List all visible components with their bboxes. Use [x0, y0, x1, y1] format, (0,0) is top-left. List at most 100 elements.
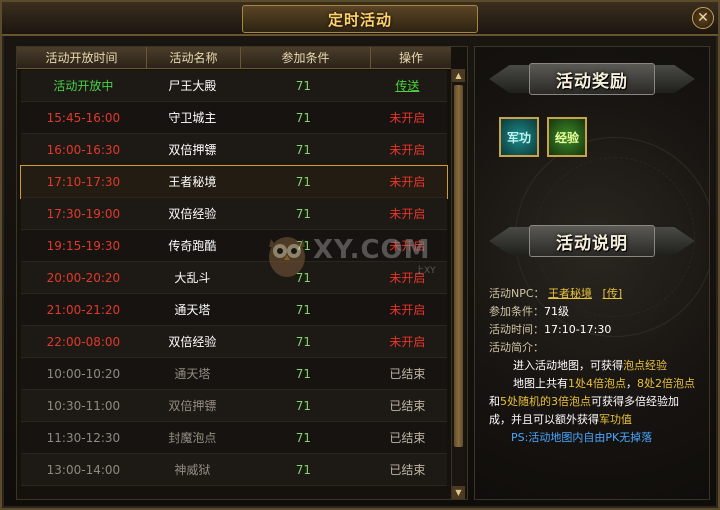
arrow-down-icon: ▼ — [455, 488, 462, 497]
table-row[interactable]: 10:30-11:00 双倍押镖 71 已结束 — [21, 390, 447, 422]
row-name: 大乱斗 — [174, 271, 211, 285]
row-level: 71 — [295, 462, 311, 477]
header-action: 操作 — [398, 51, 423, 65]
intro-text-3b: 5处随机的3倍泡点 — [500, 395, 591, 408]
row-level: 71 — [295, 142, 311, 157]
row-time: 16:00-16:30 — [46, 142, 121, 157]
row-time: 17:10-17:30 — [46, 174, 121, 189]
intro-text-4b: 军功值 — [599, 413, 632, 426]
row-status: 已结束 — [389, 431, 426, 445]
intro-text-4a: 成，并且可以额外获得 — [489, 413, 599, 426]
condition-label: 参加条件： — [489, 305, 544, 318]
military-merit-icon[interactable]: 军功 — [499, 117, 539, 157]
npc-transfer-link[interactable]: [传] — [603, 287, 623, 300]
time-label: 活动时间： — [489, 323, 544, 336]
close-button[interactable]: ✕ — [692, 7, 714, 29]
intro-text-2b: 1处4倍泡点 — [568, 377, 626, 390]
row-level: 71 — [295, 206, 311, 221]
row-name: 双倍押镖 — [168, 143, 217, 157]
intro-text-1a: 进入活动地图，可获得 — [513, 359, 623, 372]
row-status: 未开启 — [389, 111, 426, 125]
header-condition: 参加条件 — [241, 47, 371, 68]
row-status: 已结束 — [389, 399, 426, 413]
row-name: 双倍押镖 — [168, 399, 217, 413]
scroll-up-button[interactable]: ▲ — [452, 69, 465, 82]
row-time: 13:00-14:00 — [46, 462, 121, 477]
table-scrollbar[interactable]: ▲ ▼ — [451, 69, 465, 499]
title-plate: 定时活动 — [242, 5, 478, 33]
watermark: XY.COM 上XY — [265, 229, 465, 281]
row-time: 10:30-11:00 — [46, 398, 121, 413]
row-name: 传奇跑酷 — [168, 239, 217, 253]
row-status: 未开启 — [389, 175, 426, 189]
table-row[interactable]: 17:10-17:30 王者秘境 71 未开启 — [20, 165, 448, 199]
table-row[interactable]: 21:00-21:20 通天塔 71 未开启 — [21, 294, 447, 326]
row-name: 守卫城主 — [168, 111, 217, 125]
watermark-subtext: 上XY — [415, 266, 436, 276]
scroll-down-button[interactable]: ▼ — [452, 486, 465, 499]
row-name: 封魔泡点 — [168, 431, 217, 445]
row-name: 双倍经验 — [168, 335, 217, 349]
owl-logo-icon — [269, 237, 305, 277]
rewards-banner: 活动奖励 — [489, 61, 695, 97]
row-time: 21:00-21:20 — [46, 302, 121, 317]
row-status: 未开启 — [389, 143, 426, 157]
table-row[interactable]: 22:00-08:00 双倍经验 71 未开启 — [21, 326, 447, 358]
npc-label: 活动NPC： — [489, 287, 545, 300]
timed-activity-window: 定时活动 ✕ 活动开放时间 活动名称 参加条件 操作 活动开放中 尸王大殿 71 传送… — [0, 0, 720, 510]
activity-description: 活动NPC： 王者秘境 [传] 参加条件：71级 活动时间：17:10-17:3… — [489, 285, 707, 447]
row-status: 未开启 — [389, 335, 426, 349]
row-time: 19:15-19:30 — [46, 238, 121, 253]
intro-text-3: 和5处随机的3倍泡点可获得多倍经验加 — [489, 393, 707, 411]
description-banner: 活动说明 — [489, 223, 695, 259]
experience-icon[interactable]: 经验 — [547, 117, 587, 157]
row-name: 尸王大殿 — [168, 79, 217, 93]
row-level: 71 — [295, 366, 311, 381]
reward-label-exp: 经验 — [554, 130, 579, 145]
row-name: 通天塔 — [174, 303, 211, 317]
intro-text-3c: 可获得多倍经验加 — [591, 395, 679, 408]
row-level: 71 — [295, 174, 311, 189]
title-bar[interactable]: 定时活动 ✕ — [2, 2, 718, 36]
intro-text-3a: 和 — [489, 395, 500, 408]
row-status: 已结束 — [389, 367, 426, 381]
reward-label-merit: 军功 — [506, 130, 531, 145]
row-level: 71 — [295, 110, 311, 125]
arrow-up-icon: ▲ — [455, 71, 462, 80]
intro-text-2: 地图上共有1处4倍泡点，8处2倍泡点 — [489, 375, 707, 393]
row-time: 10:00-10:20 — [46, 366, 121, 381]
intro-text-2a: 地图上共有 — [513, 377, 568, 390]
table-row[interactable]: 活动开放中 尸王大殿 71 传送 — [21, 70, 447, 102]
table-row[interactable]: 15:45-16:00 守卫城主 71 未开启 — [21, 102, 447, 134]
intro-label: 活动简介： — [489, 341, 544, 354]
activity-schedule-panel: 活动开放时间 活动名称 参加条件 操作 活动开放中 尸王大殿 71 传送 15:45-1… — [16, 46, 468, 500]
row-level: 71 — [295, 78, 311, 93]
row-status: 未开启 — [389, 303, 426, 317]
row-time: 17:30-19:00 — [46, 206, 121, 221]
row-name: 双倍经验 — [168, 207, 217, 221]
table-row[interactable]: 13:00-14:00 神威狱 71 已结束 — [21, 454, 447, 486]
rewards-banner-title: 活动奖励 — [556, 71, 628, 92]
teleport-link[interactable]: 传送 — [368, 70, 447, 101]
table-row[interactable]: 10:00-10:20 通天塔 71 已结束 — [21, 358, 447, 390]
time-value: 17:10-17:30 — [544, 323, 612, 336]
table-row[interactable]: 16:00-16:30 双倍押镖 71 未开启 — [21, 134, 447, 166]
table-row[interactable]: 17:30-19:00 双倍经验 71 未开启 — [21, 198, 447, 230]
intro-text-2c: ， — [626, 377, 637, 390]
close-icon: ✕ — [697, 10, 709, 26]
row-level: 71 — [295, 302, 311, 317]
intro-text-2d: 8处2倍泡点 — [637, 377, 695, 390]
npc-link[interactable]: 王者秘境 — [548, 287, 592, 300]
row-status: 已结束 — [389, 463, 426, 477]
row-level: 71 — [295, 334, 311, 349]
table-row[interactable]: 11:30-12:30 封魔泡点 71 已结束 — [21, 422, 447, 454]
row-status: 未开启 — [389, 207, 426, 221]
window-title: 定时活动 — [327, 10, 392, 29]
time-line: 活动时间：17:10-17:30 — [489, 321, 707, 339]
header-name: 活动名称 — [147, 47, 241, 68]
description-banner-title: 活动说明 — [556, 233, 628, 254]
intro-text-1: 进入活动地图，可获得泡点经验 — [489, 357, 707, 375]
row-name: 王者秘境 — [168, 175, 217, 189]
activity-rows: 活动开放中 尸王大殿 71 传送 15:45-16:00 守卫城主 71 未开启 16:00-1… — [17, 69, 451, 499]
row-name: 通天塔 — [174, 367, 211, 381]
